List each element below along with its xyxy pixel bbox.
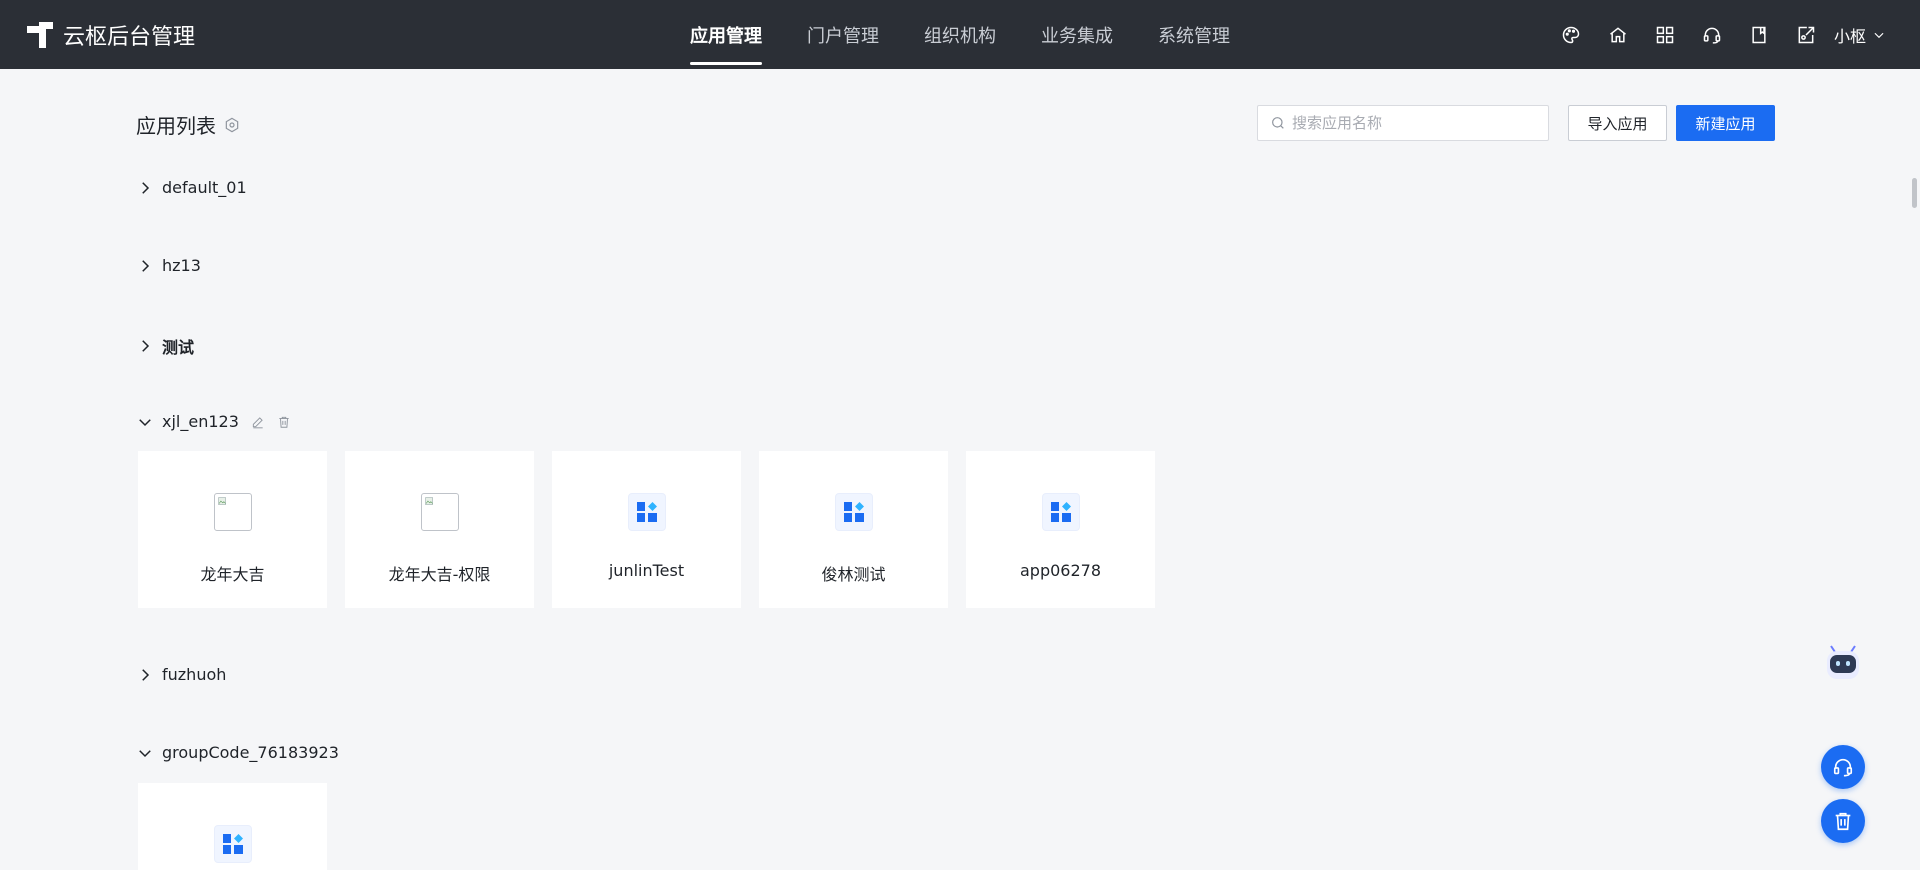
settings-hex-icon[interactable] [224,117,240,133]
group-name: fuzhuoh [162,665,227,684]
chevron-down-icon [139,749,151,757]
group-name: default_01 [162,178,247,197]
app-name: 龙年大吉 [200,565,265,584]
group-header-hz13[interactable]: hz13 [136,256,201,275]
group-header-xjl-en123[interactable]: xjl_en123 [136,412,291,431]
trash-icon [1835,812,1851,831]
app-tile-icon [214,825,252,863]
chevron-right-icon [142,668,150,681]
app-card[interactable]: 龙年大吉 [138,451,327,608]
edit-icon[interactable] [251,415,265,429]
customer-service-button[interactable] [1821,745,1865,789]
group-header-fuzhuoh[interactable]: fuzhuoh [136,665,226,684]
chevron-right-icon [142,259,150,272]
group-header-default-01[interactable]: default_01 [136,178,247,197]
broken-image-icon [421,493,459,531]
nav-item-organization[interactable]: 组织机构 [924,0,996,69]
page-title-text: 应用列表 [136,114,216,138]
search-icon [1272,117,1284,129]
group-name: xjl_en123 [162,412,239,431]
group-name: hz13 [162,256,201,275]
palette-icon[interactable] [1548,0,1595,69]
import-app-button[interactable]: 导入应用 [1568,105,1667,141]
user-menu[interactable]: 小枢 [1834,23,1886,47]
user-name: 小枢 [1833,26,1866,46]
app-card[interactable] [138,783,327,870]
broken-image-icon [214,493,252,531]
top-bar: 云枢后台管理 应用管理 门户管理 组织机构 业务集成 系统管理 小枢 [0,0,1920,69]
create-app-button[interactable]: 新建应用 [1676,105,1775,141]
app-name: junlinTest [608,561,685,580]
app-tile-icon [835,493,873,531]
app-tile-icon [628,493,666,531]
group-name: 测试 [162,338,195,357]
group-header-test[interactable]: 测试 [136,334,194,358]
headset-icon[interactable] [1689,0,1736,69]
app-tile-icon [1042,493,1080,531]
brand[interactable]: 云枢后台管理 [27,0,195,69]
headset-icon [1833,758,1853,777]
brand-title: 云枢后台管理 [63,24,196,50]
app-card[interactable]: app06278 [966,451,1155,608]
chevron-down-icon [139,418,151,426]
group-name: groupCode_76183923 [162,743,339,762]
app-name: 俊林测试 [821,565,886,584]
scrollbar-thumb[interactable] [1912,178,1917,208]
brand-logo-icon [27,21,53,48]
nav-item-app-management[interactable]: 应用管理 [690,0,762,69]
app-card[interactable]: 龙年大吉-权限 [345,451,534,608]
nav-item-business-integration[interactable]: 业务集成 [1041,0,1113,69]
search-input[interactable] [1292,114,1532,132]
nav-item-portal-management[interactable]: 门户管理 [807,0,879,69]
search-box[interactable] [1257,105,1549,141]
chevron-right-icon [142,181,150,194]
export-icon[interactable] [1783,0,1830,69]
recycle-bin-button[interactable] [1821,799,1865,843]
group-header-groupcode[interactable]: groupCode_76183923 [136,743,339,762]
book-icon[interactable] [1736,0,1783,69]
app-name: 龙年大吉-权限 [388,565,491,584]
app-card[interactable]: junlinTest [552,451,741,608]
app-name: app06278 [1019,561,1101,580]
app-card[interactable]: 俊林测试 [759,451,948,608]
nav-item-system-management[interactable]: 系统管理 [1158,0,1230,69]
apps-grid-icon[interactable] [1642,0,1689,69]
chevron-right-icon [142,340,150,352]
page-title: 应用列表 [136,110,240,139]
home-icon[interactable] [1595,0,1642,69]
toolbar-icons: 小枢 [1548,0,1886,69]
delete-icon[interactable] [277,415,291,429]
assistant-robot-icon[interactable] [1822,643,1864,685]
main-nav: 应用管理 门户管理 组织机构 业务集成 系统管理 [690,0,1275,69]
chevron-down-icon [1874,32,1884,38]
